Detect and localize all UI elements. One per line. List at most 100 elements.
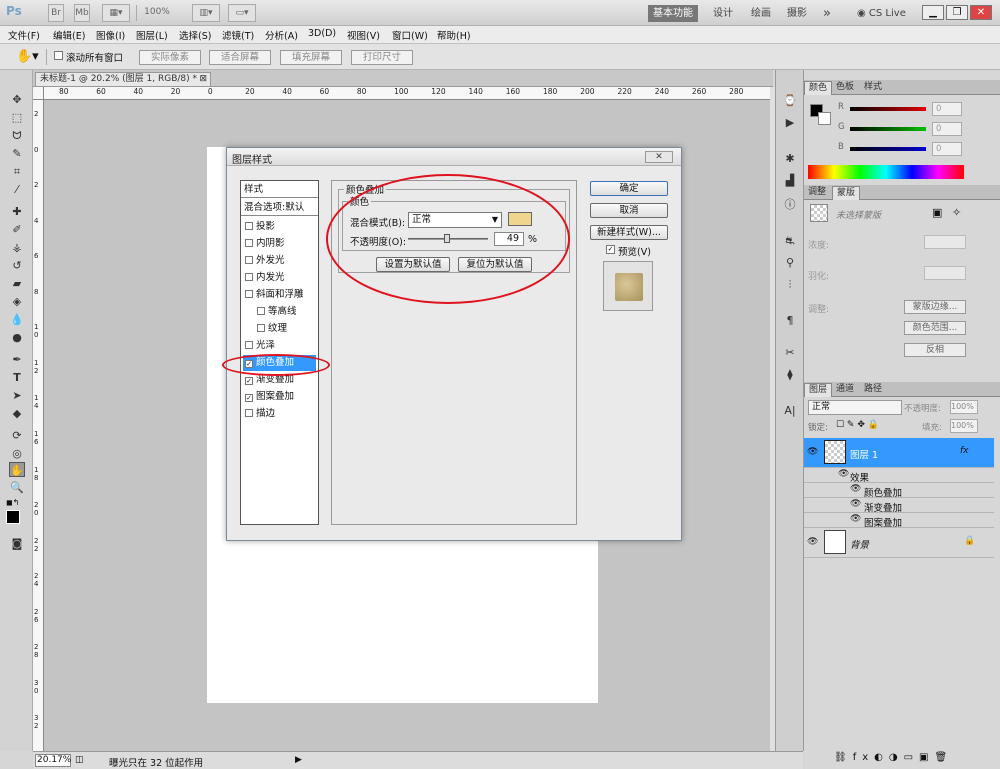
style-item[interactable]: ✓ 渐变叠加 xyxy=(243,372,316,388)
zoom-field[interactable]: 20.17% xyxy=(35,754,71,767)
set-default-button[interactable]: 设置为默认值 xyxy=(376,257,450,272)
workspace-painting[interactable]: 绘画 xyxy=(746,5,776,22)
menu-3d[interactable]: 3D(D) xyxy=(308,28,336,39)
green-value-field[interactable]: 0 xyxy=(932,122,962,136)
crop-tool-icon[interactable]: ⌗ xyxy=(9,164,25,179)
menu-view[interactable]: 视图(V) xyxy=(347,28,380,42)
layer-effects-icon[interactable]: fx xyxy=(960,446,969,456)
3d-rotate-tool-icon[interactable]: ⟳ xyxy=(9,428,25,443)
opacity-field[interactable]: 100% xyxy=(950,400,978,414)
blur-tool-icon[interactable]: 💧 xyxy=(9,312,25,327)
style-checkbox[interactable] xyxy=(245,409,253,417)
overlay-blend-mode-select[interactable]: 正常 ▼ xyxy=(408,212,502,228)
type-tool-icon[interactable]: T xyxy=(9,370,25,385)
layer-row-layer1[interactable]: 👁 图层 1 fx xyxy=(804,438,994,468)
style-checkbox[interactable]: ✓ xyxy=(245,360,253,368)
vertical-ruler[interactable]: 2 0 2 4 6 8 1 0 1 2 1 4 1 6 1 8 2 0 2 2 2 4 2 6 2 8 3 0 3… xyxy=(33,100,44,751)
style-item[interactable]: 内发光 xyxy=(243,270,316,286)
status-arrow-icon[interactable]: ▶ xyxy=(295,755,302,765)
background-color-chip[interactable] xyxy=(818,112,831,125)
color-spectrum-bar[interactable] xyxy=(808,165,964,179)
healing-brush-tool-icon[interactable]: ✚ xyxy=(9,204,25,219)
tab-adjustments[interactable]: 调整 xyxy=(804,186,830,200)
menu-filter[interactable]: 滤镜(T) xyxy=(222,28,254,42)
style-checkbox[interactable] xyxy=(257,307,265,315)
pixel-mask-icon[interactable]: ▣ xyxy=(932,206,942,219)
opacity-value-input[interactable]: 49 xyxy=(494,232,524,246)
layer-row-background[interactable]: 👁 背景 🔒 xyxy=(804,528,994,558)
style-item[interactable]: 光泽 xyxy=(243,338,316,354)
color-range-button[interactable]: 颜色范围... xyxy=(904,321,966,335)
reset-default-button[interactable]: 复位为默认值 xyxy=(458,257,532,272)
tab-masks[interactable]: 蒙版 xyxy=(832,186,861,200)
style-checkbox[interactable] xyxy=(245,256,253,264)
path-selection-tool-icon[interactable]: ➤ xyxy=(9,388,25,403)
fit-screen-button[interactable]: 适合屏幕 xyxy=(209,50,271,65)
quick-mask-icon[interactable]: ◙ xyxy=(9,536,25,551)
style-item[interactable]: 纹理 xyxy=(255,321,328,337)
blend-mode-select[interactable]: 正常 xyxy=(808,400,902,415)
tab-channels[interactable]: 通道 xyxy=(832,383,858,397)
tab-layers[interactable]: 图层 xyxy=(804,383,833,397)
cancel-button[interactable]: 取消 xyxy=(590,203,668,218)
tab-paths[interactable]: 路径 xyxy=(860,383,886,397)
style-item[interactable]: 投影 xyxy=(243,219,316,235)
style-list-header[interactable]: 样式 xyxy=(241,181,318,198)
style-item[interactable]: ✓ 颜色叠加 xyxy=(243,355,316,371)
style-item[interactable]: ✓ 图案叠加 xyxy=(243,389,316,405)
document-tab[interactable]: 未标题-1 @ 20.2% (图层 1, RGB/8) * ⊠ xyxy=(35,72,211,87)
vector-mask-icon[interactable]: ✧ xyxy=(952,206,961,219)
workspace-design[interactable]: 设计 xyxy=(708,5,738,22)
brush-presets-icon[interactable]: ⛐ xyxy=(782,234,798,248)
preview-checkbox[interactable]: ✓ xyxy=(606,245,615,254)
style-checkbox[interactable]: ✓ xyxy=(245,394,253,402)
color-overlay-eye-icon[interactable]: 👁 xyxy=(850,484,861,494)
menu-file[interactable]: 文件(F) xyxy=(8,28,40,42)
style-item[interactable]: 外发光 xyxy=(243,253,316,269)
history-icon[interactable]: ⌚ xyxy=(782,94,798,108)
green-slider[interactable] xyxy=(850,127,926,131)
style-item[interactable]: 等高线 xyxy=(255,304,328,320)
navigator-icon[interactable]: ✱ xyxy=(782,152,798,166)
effect-row-gradient-overlay[interactable]: 👁 渐变叠加 xyxy=(804,498,994,514)
blending-options-item[interactable]: 混合选项:默认 xyxy=(241,199,318,216)
close-document-icon[interactable]: ⊠ xyxy=(199,73,207,86)
paint-bucket-tool-icon[interactable]: ◈ xyxy=(9,294,25,309)
style-checkbox[interactable] xyxy=(257,324,265,332)
scroll-all-windows-checkbox[interactable] xyxy=(54,51,63,60)
tool-presets-icon[interactable]: ⫶ xyxy=(782,278,798,292)
blue-slider[interactable] xyxy=(850,147,926,151)
shape-tool-icon[interactable]: ◆ xyxy=(9,406,25,421)
tab-swatches[interactable]: 色板 xyxy=(832,81,858,95)
dodge-tool-icon[interactable]: ● xyxy=(9,330,25,345)
zoom-level-select[interactable]: 100% xyxy=(140,4,174,22)
effect-row-color-overlay[interactable]: 👁 颜色叠加 xyxy=(804,483,994,499)
gradient-overlay-eye-icon[interactable]: 👁 xyxy=(850,499,861,509)
status-info-icon[interactable]: ◫ xyxy=(75,755,84,765)
feather-field[interactable] xyxy=(924,266,966,280)
style-checkbox[interactable] xyxy=(245,273,253,281)
style-checkbox[interactable]: ✓ xyxy=(245,377,253,385)
fill-field[interactable]: 100% xyxy=(950,419,978,433)
history-brush-tool-icon[interactable]: ↺ xyxy=(9,258,25,273)
bridge-icon[interactable]: Br xyxy=(48,4,64,22)
menu-image[interactable]: 图像(I) xyxy=(96,28,125,42)
3d-panel-icon[interactable]: ⧫ xyxy=(782,368,798,382)
dialog-title-bar[interactable]: 图层样式 ✕ xyxy=(227,148,681,166)
eraser-tool-icon[interactable]: ▰ xyxy=(9,276,25,291)
arrange-documents-icon[interactable]: ▥▾ xyxy=(192,4,220,22)
hand-tool-icon[interactable]: ✋ xyxy=(9,462,25,477)
effect-row-pattern-overlay[interactable]: 👁 图案叠加 xyxy=(804,513,994,529)
new-style-button[interactable]: 新建样式(W)... xyxy=(590,225,668,240)
hand-tool-preset-icon[interactable]: ✋▾ xyxy=(16,49,39,64)
ruler-origin[interactable] xyxy=(33,87,44,100)
actions-icon[interactable]: ▶ xyxy=(782,116,798,130)
style-item[interactable]: 内阴影 xyxy=(243,236,316,252)
lock-icons[interactable]: ☐ ✎ ✥ 🔒 xyxy=(836,420,879,430)
effects-eye-icon[interactable]: 👁 xyxy=(838,469,849,479)
restore-button[interactable]: ❐ xyxy=(946,5,968,20)
view-extras-icon[interactable]: ▦▾ xyxy=(102,4,130,22)
ok-button[interactable]: 确定 xyxy=(590,181,668,196)
tab-styles[interactable]: 样式 xyxy=(860,81,886,95)
clone-source-icon[interactable]: ⚲ xyxy=(782,256,798,270)
